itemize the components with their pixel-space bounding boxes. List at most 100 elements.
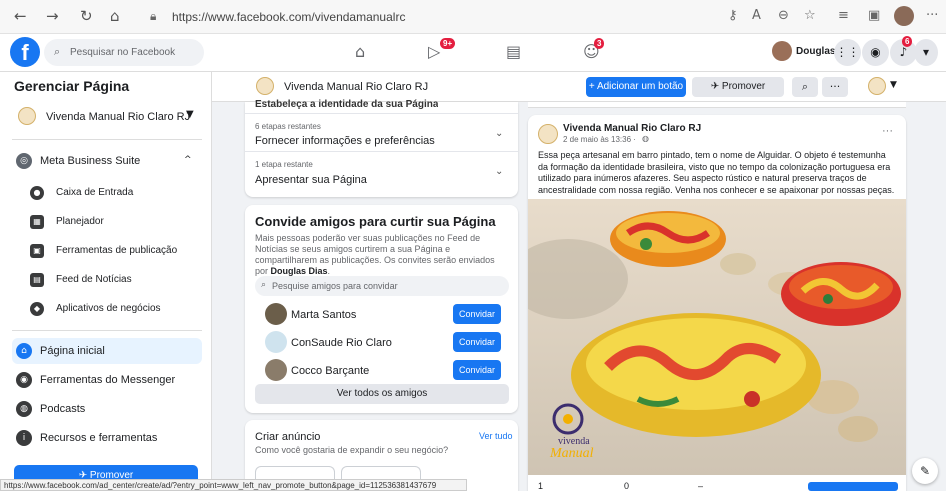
page-avatar[interactable] (256, 77, 274, 95)
sidebar-subitem-label: Planejador (56, 216, 104, 227)
favorites-list-icon[interactable]: ≡ (838, 8, 849, 23)
page-strip-name[interactable]: Vivenda Manual Rio Claro RJ (284, 81, 428, 93)
sidebar-subitem-news-feed[interactable]: ▤ Feed de Notícias (0, 265, 212, 294)
facebook-header: f ⌕ Pesquisar no Facebook ⌂ ▷ 9+ ▤ ☺ 3 D… (0, 34, 946, 72)
invite-button[interactable]: Convidar (453, 360, 501, 380)
sidebar-item-home[interactable]: ⌂ Página inicial (12, 338, 202, 364)
sidebar-subitem-inbox[interactable]: ● Caixa de Entrada (0, 178, 212, 207)
home-browser-icon[interactable]: ⌂ (110, 7, 120, 25)
previous-post-bottom (528, 102, 906, 108)
page-avatar (18, 107, 36, 125)
step-title: Apresentar sua Página (255, 174, 367, 186)
browser-menu-icon[interactable]: ··· (926, 8, 938, 23)
caret-down-icon[interactable]: ▼ (890, 80, 897, 90)
page-setup-card: Estabeleça a identidade da sua Página 6 … (245, 99, 518, 197)
inviter-name: Douglas Dias (270, 266, 328, 276)
ad-title: Criar anúncio (255, 431, 321, 443)
business-suite-icon: ◎ (16, 153, 32, 169)
back-icon[interactable]: ← (14, 7, 27, 25)
sidebar-item-label: Página inicial (40, 345, 105, 357)
sidebar-item-messenger-tools[interactable]: ◉ Ferramentas do Messenger (12, 367, 202, 393)
search-icon: ⌕ (54, 45, 61, 58)
key-icon[interactable]: ⚷ (728, 8, 738, 23)
address-bar[interactable]: 🔒︎ https://www.facebook.com/vivendamanua… (142, 5, 742, 29)
home-nav-icon[interactable]: ⌂ (355, 42, 365, 61)
menu-grid-icon[interactable]: ⋮⋮ (834, 39, 861, 66)
user-avatar[interactable] (772, 41, 792, 61)
sidebar-subitem-planner[interactable]: ▦ Planejador (0, 207, 212, 236)
collections-icon[interactable]: ▣ (868, 8, 880, 23)
chevron-up-icon: ^ (184, 155, 192, 165)
invite-search-placeholder: Pesquise amigos para convidar (272, 281, 398, 291)
post-photo[interactable]: vivenda Manual (528, 199, 906, 475)
page-selector-name: Vivenda Manual Rio Claro RJ (46, 111, 191, 123)
ad-see-all-link[interactable]: Ver tudo (479, 431, 513, 441)
post-more-button[interactable]: ··· (882, 125, 893, 137)
list-item: ConSaude Rio Claro Convidar (245, 328, 518, 356)
search-placeholder: Pesquisar no Facebook (70, 47, 176, 58)
post-author-avatar[interactable] (538, 124, 558, 144)
invite-desc-end: . (327, 266, 331, 276)
forward-icon[interactable]: → (46, 7, 59, 25)
friend-avatar (265, 331, 287, 353)
friend-name: Marta Santos (291, 309, 357, 321)
invite-title: Convide amigos para curtir sua Página (255, 214, 496, 229)
see-all-friends-button[interactable]: Ver todos os amigos (255, 384, 509, 404)
favorite-icon[interactable]: ☆ (804, 8, 816, 23)
user-name[interactable]: Douglas (796, 46, 835, 57)
lock-icon: 🔒︎ (150, 9, 157, 23)
divider (12, 330, 202, 331)
compose-message-icon[interactable]: ✎ (912, 458, 938, 484)
sidebar-subitem-business-apps[interactable]: ◆ Aplicativos de negócios (0, 294, 212, 323)
friend-avatar (265, 303, 287, 325)
post-time[interactable]: 2 de maio às 13:36 · (563, 135, 636, 144)
sidebar-item-label: Podcasts (40, 403, 86, 415)
invite-button[interactable]: Convidar (453, 304, 501, 324)
sidebar-subitem-label: Aplicativos de negócios (56, 303, 161, 314)
comment-count: 0 (624, 481, 630, 491)
step-meta: 1 etapa restante (255, 160, 313, 169)
zoom-icon[interactable]: ⊖ (778, 8, 789, 23)
setup-step-info[interactable]: 6 etapas restantes Fornecer informações … (245, 113, 518, 151)
boost-post-button[interactable] (808, 482, 898, 491)
profile-avatar[interactable] (894, 6, 914, 26)
inbox-icon: ● (30, 186, 44, 200)
browser-status-url: https://www.facebook.com/ad_center/creat… (0, 479, 467, 491)
search-page-icon[interactable]: ⌕ (792, 77, 818, 97)
sidebar-item-podcasts[interactable]: ◍ Podcasts (12, 396, 202, 422)
marketplace-nav-icon[interactable]: ▤ (506, 42, 521, 61)
messenger-icon: ◉ (16, 372, 32, 388)
calendar-icon: ▦ (30, 215, 44, 229)
sidebar-item-label: Meta Business Suite (40, 155, 141, 167)
watch-badge: 9+ (440, 38, 456, 49)
account-dropdown-icon[interactable]: ▾ (914, 39, 938, 66)
invite-description: Mais pessoas poderão ver suas publicaçõe… (255, 233, 510, 277)
invite-button[interactable]: Convidar (453, 332, 501, 352)
sidebar-subitem-publishing-tools[interactable]: ▣ Ferramentas de publicação (0, 236, 212, 265)
sidebar-item-resources-tools[interactable]: i Recursos e ferramentas (12, 425, 202, 451)
search-input[interactable]: ⌕ Pesquisar no Facebook (44, 39, 204, 66)
promote-top-button[interactable]: ✈︎ Promover (692, 77, 784, 97)
messenger-header-icon[interactable]: ◉ (862, 39, 889, 66)
post-author[interactable]: Vivenda Manual Rio Claro RJ (563, 123, 701, 134)
chevron-down-icon: ⌄ (495, 128, 504, 139)
read-aloud-icon[interactable]: A (752, 8, 761, 23)
sidebar-item-meta-business-suite[interactable]: ◎ Meta Business Suite ^ (12, 148, 202, 174)
add-button-button[interactable]: + Adicionar um botão (586, 77, 686, 97)
watch-nav-icon[interactable]: ▷ (428, 42, 440, 61)
more-options-button[interactable]: ··· (822, 77, 848, 97)
sidebar-item-label: Recursos e ferramentas (40, 432, 158, 444)
divider (12, 139, 202, 140)
share-count: – (698, 481, 704, 491)
page-selector[interactable]: Vivenda Manual Rio Claro RJ ▼ (14, 105, 200, 131)
page-switch-avatar[interactable] (868, 77, 886, 95)
home-icon: ⌂ (16, 343, 32, 359)
facebook-logo-icon[interactable]: f (10, 37, 40, 67)
logo-word-manual: Manual (549, 446, 594, 461)
news-feed-icon: ▤ (30, 273, 44, 287)
friend-name: Cocco Barçante (291, 365, 370, 377)
step-title: Fornecer informações e preferências (255, 135, 435, 147)
setup-step-present[interactable]: 1 etapa restante Apresentar sua Página ⌄ (245, 151, 518, 191)
reload-icon[interactable]: ↻ (80, 7, 93, 25)
invite-search-input[interactable]: ⌕ Pesquise amigos para convidar (255, 276, 509, 296)
